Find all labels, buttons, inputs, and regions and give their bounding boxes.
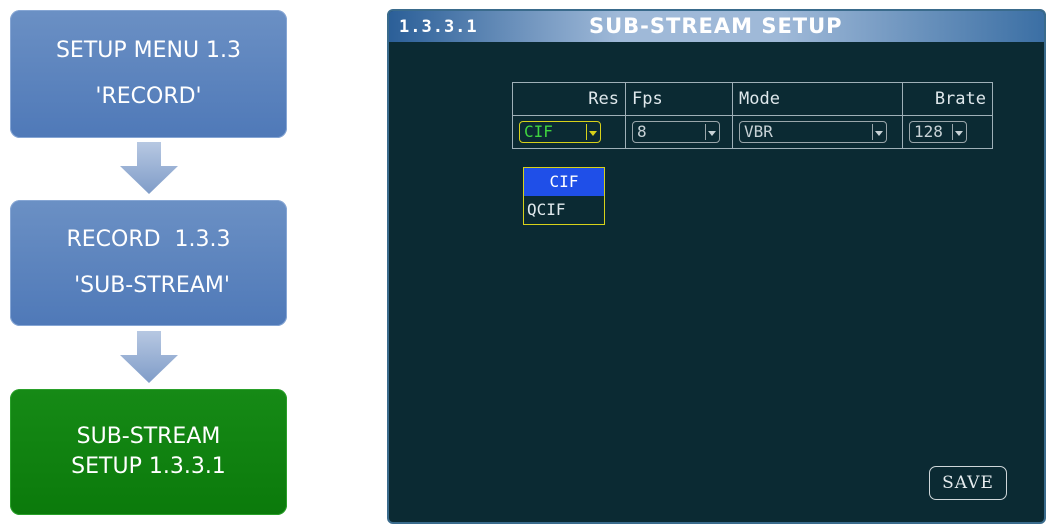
save-button[interactable]: SAVE	[929, 466, 1007, 500]
title-bar: 1.3.3.1 SUB-STREAM SETUP	[389, 11, 1044, 42]
down-arrow-icon	[120, 142, 178, 194]
res-select[interactable]: CIF	[519, 121, 601, 143]
res-dropdown-list: CIF QCIF	[523, 167, 605, 225]
header-mode: Mode	[732, 82, 903, 116]
menu-number: 1.3.3.1	[399, 17, 478, 37]
cell-fps: 8	[625, 115, 733, 149]
flow-step-record: RECORD 1.3.3 'SUB-STREAM'	[10, 200, 287, 326]
header-fps: Fps	[625, 82, 733, 116]
chevron-down-icon[interactable]	[952, 124, 964, 140]
flow-step-line: SUB-STREAM	[76, 424, 221, 449]
chevron-down-icon[interactable]	[872, 124, 884, 140]
cell-mode: VBR	[732, 115, 903, 149]
header-res: Res	[512, 82, 626, 116]
table-header-row: Res Fps Mode Brate	[512, 82, 993, 116]
brate-value: 128	[914, 122, 943, 141]
mode-select[interactable]: VBR	[739, 121, 887, 143]
flow-step-sub-stream-setup: SUB-STREAM SETUP 1.3.3.1	[10, 389, 287, 515]
fps-select[interactable]: 8	[632, 121, 720, 143]
cell-res: CIF	[512, 115, 626, 149]
flow-step-line: 'SUB-STREAM'	[67, 273, 230, 298]
table-row: CIF 8 VBR 128	[512, 115, 993, 149]
flow-step-setup-menu: SETUP MENU 1.3 'RECORD'	[10, 10, 287, 138]
brate-select[interactable]: 128	[909, 121, 967, 143]
chevron-down-icon[interactable]	[705, 124, 717, 140]
flow-step-line: SETUP MENU 1.3	[55, 38, 242, 63]
down-arrow-icon	[120, 331, 178, 383]
flow-step-line: SETUP 1.3.3.1	[71, 454, 226, 479]
screen-title: SUB-STREAM SETUP	[589, 14, 843, 38]
stream-settings-table: Res Fps Mode Brate CIF 8 VBR 128	[512, 82, 993, 149]
res-option-cif[interactable]: CIF	[524, 168, 604, 196]
res-value: CIF	[524, 122, 553, 141]
flow-step-line: RECORD 1.3.3	[66, 227, 231, 252]
header-brate: Brate	[902, 82, 993, 116]
dvr-screen: 1.3.3.1 SUB-STREAM SETUP Res Fps Mode Br…	[387, 9, 1046, 524]
res-option-qcif[interactable]: QCIF	[524, 196, 604, 224]
fps-value: 8	[637, 122, 647, 141]
cell-brate: 128	[902, 115, 993, 149]
chevron-down-icon[interactable]	[586, 124, 598, 140]
flow-step-line: 'RECORD'	[95, 84, 202, 109]
mode-value: VBR	[744, 122, 773, 141]
